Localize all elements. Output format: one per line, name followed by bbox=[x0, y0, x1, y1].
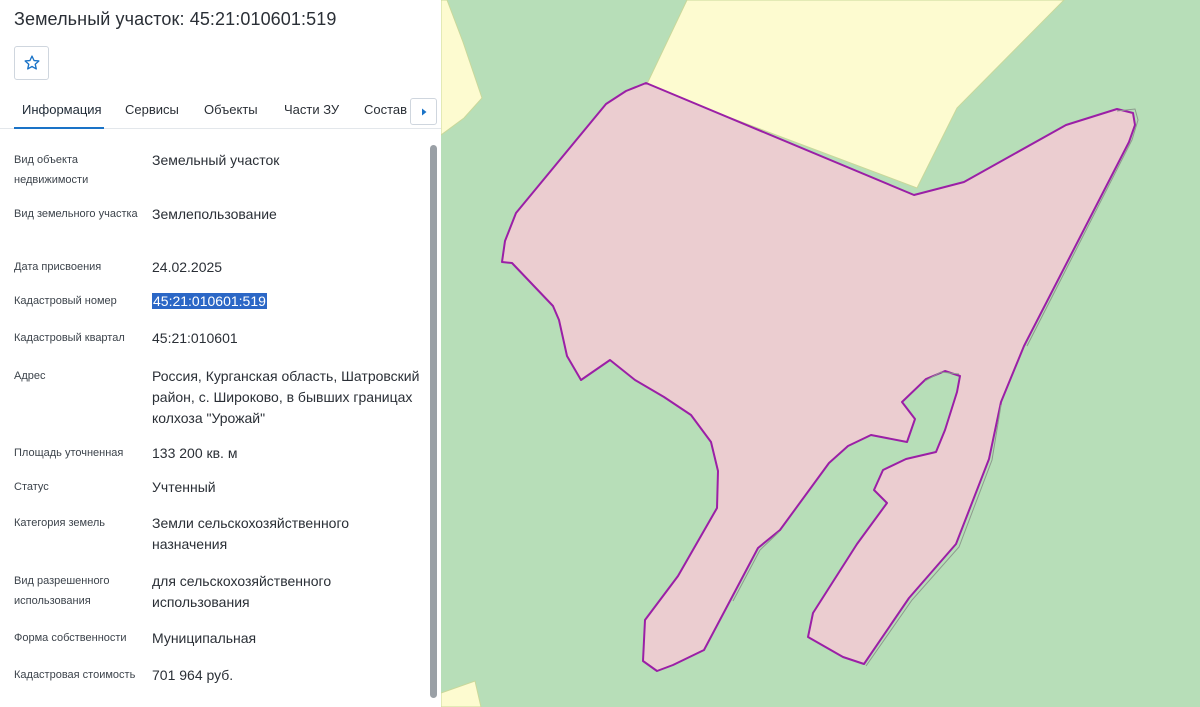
tab-services[interactable]: Сервисы bbox=[125, 102, 179, 117]
property-label: Статус bbox=[14, 481, 49, 493]
star-outline-icon bbox=[24, 55, 39, 70]
property-label: Кадастровый квартал bbox=[14, 332, 125, 344]
scrollbar-thumb[interactable] bbox=[430, 145, 437, 698]
property-label: Вид разрешенного использования bbox=[14, 575, 110, 607]
property-value: Учтенный bbox=[152, 479, 216, 495]
property-value: Россия, Курганская область, Шатровский р… bbox=[152, 368, 420, 426]
tab-bar: Информация Сервисы Объекты Части ЗУ Сост… bbox=[0, 96, 441, 129]
property-label: Дата присвоения bbox=[14, 261, 102, 273]
property-value: 133 200 кв. м bbox=[152, 445, 238, 461]
property-value: для сельскохозяйственного использования bbox=[152, 573, 332, 610]
property-label: Вид земельного участка bbox=[14, 208, 138, 220]
tab-parcel-parts[interactable]: Части ЗУ bbox=[284, 102, 339, 117]
map-area-yellow-left bbox=[441, 0, 483, 136]
property-value: 701 964 руб. bbox=[152, 667, 234, 683]
property-value: Землепользование bbox=[152, 206, 277, 222]
info-panel: Земельный участок: 45:21:010601:519 Инфо… bbox=[0, 0, 441, 707]
active-tab-indicator bbox=[14, 127, 104, 129]
property-value: Земельный участок bbox=[152, 152, 280, 168]
tab-objects[interactable]: Объекты bbox=[204, 102, 258, 117]
map-view[interactable] bbox=[441, 0, 1200, 707]
property-label: Адрес bbox=[14, 370, 46, 382]
property-value: 45:21:010601 bbox=[152, 330, 238, 346]
map-canvas[interactable] bbox=[441, 0, 1200, 707]
tab-information[interactable]: Информация bbox=[22, 102, 102, 117]
property-value[interactable]: 45:21:010601:519 bbox=[152, 291, 420, 312]
property-label: Кадастровый номер bbox=[14, 295, 117, 307]
land-parcel-polygon[interactable] bbox=[501, 82, 1136, 672]
property-label: Кадастровая стоимость bbox=[14, 669, 136, 681]
property-label: Категория земель bbox=[14, 517, 105, 529]
page-title: Земельный участок: 45:21:010601:519 bbox=[14, 9, 337, 29]
favorite-button[interactable] bbox=[14, 46, 49, 80]
property-label: Вид объекта недвижимости bbox=[14, 154, 89, 186]
caret-right-icon bbox=[421, 108, 426, 115]
map-area-yellow-bottom-left bbox=[441, 680, 482, 707]
property-label: Форма собственности bbox=[14, 632, 127, 644]
property-value: Муниципальная bbox=[152, 630, 257, 646]
tabs-next-button[interactable] bbox=[410, 98, 437, 125]
property-value: 24.02.2025 bbox=[152, 259, 223, 275]
property-value: Земли сельскохозяйственного назначения bbox=[152, 515, 350, 552]
tab-composition[interactable]: Состав bbox=[364, 102, 407, 117]
selected-text[interactable]: 45:21:010601:519 bbox=[152, 293, 267, 309]
property-label: Площадь уточненная bbox=[14, 447, 124, 459]
